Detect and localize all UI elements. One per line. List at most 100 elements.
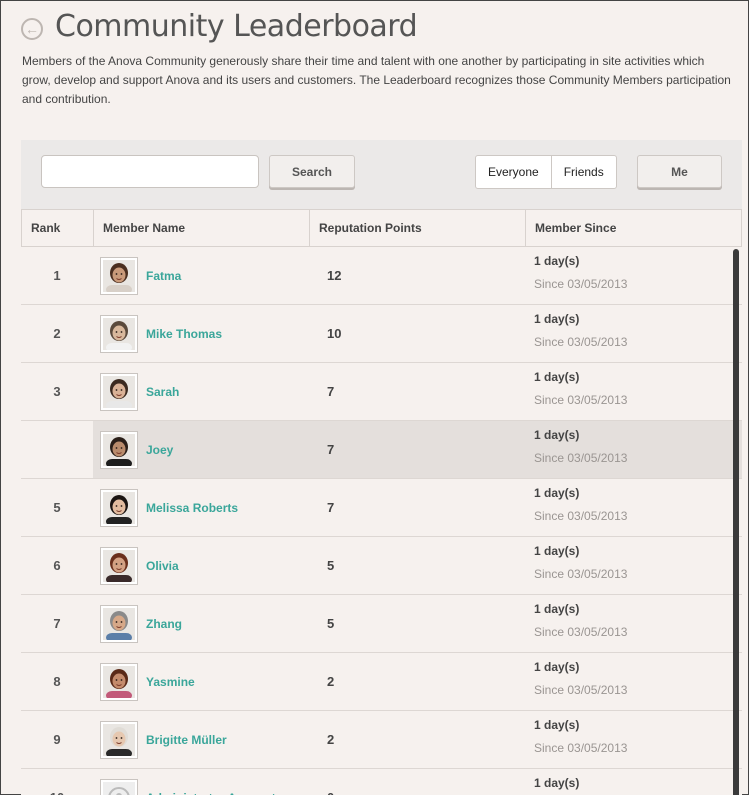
- member-name-link[interactable]: Brigitte Müller: [146, 733, 227, 747]
- table-row[interactable]: 7 Zhang 5 1 day(s) Since 03/05/2013: [21, 595, 742, 653]
- avatar[interactable]: [100, 662, 138, 701]
- member-since-days: 1 day(s): [534, 312, 580, 326]
- page-header: ← Community Leaderboard: [21, 9, 418, 44]
- table-row[interactable]: 6 Olivia 5 1 day(s) Since 03/05/2013: [21, 537, 742, 595]
- member-since-date: Since 03/05/2013: [534, 741, 628, 755]
- leaderboard-panel: Search Everyone Friends Me Rank Member N…: [21, 140, 742, 795]
- rank-cell: 4: [21, 421, 93, 478]
- member-name-link[interactable]: Administrator Account: [146, 791, 276, 795]
- member-name-cell: Yasmine: [93, 653, 309, 710]
- rank-value: 10: [50, 790, 64, 795]
- me-button[interactable]: Me: [637, 155, 722, 188]
- avatar[interactable]: [100, 488, 138, 527]
- table-row[interactable]: 10 Administrator Account 0 1 day(s) Sinc…: [21, 769, 742, 795]
- rank-cell: 3: [21, 363, 93, 420]
- rank-value: 1: [53, 268, 61, 283]
- member-name-link[interactable]: Fatma: [146, 269, 181, 283]
- rank-value: 2: [53, 326, 61, 341]
- rank-value: 8: [53, 674, 61, 689]
- filter-friends-button[interactable]: Friends: [550, 156, 616, 188]
- column-header-member-name[interactable]: Member Name: [94, 210, 310, 246]
- rank-cell: 10: [21, 769, 93, 795]
- rank-cell: 2: [21, 305, 93, 362]
- vertical-scrollbar[interactable]: [733, 249, 739, 795]
- member-since-cell: 1 day(s) Since 03/05/2013: [525, 653, 742, 710]
- member-since-days: 1 day(s): [534, 370, 580, 384]
- member-since-date: Since 03/05/2013: [534, 393, 628, 407]
- table-row[interactable]: 2 Mike Thomas 10 1 day(s) Since 03/05/20…: [21, 305, 742, 363]
- column-header-reputation-points[interactable]: Reputation Points: [310, 210, 526, 246]
- column-header-member-since[interactable]: Member Since: [526, 210, 741, 246]
- search-button[interactable]: Search: [269, 155, 355, 188]
- reputation-points-cell: 5: [327, 558, 335, 573]
- column-header-rank[interactable]: Rank: [22, 210, 94, 246]
- avatar[interactable]: [100, 546, 138, 585]
- member-name-cell: Mike Thomas: [93, 305, 309, 362]
- table-row[interactable]: 8 Yasmine 2 1 day(s) Since 03/05/2013: [21, 653, 742, 711]
- member-name-cell: Brigitte Müller: [93, 711, 309, 768]
- member-name-link[interactable]: Sarah: [146, 385, 179, 399]
- table-row[interactable]: 3 Sarah 7 1 day(s) Since 03/05/2013: [21, 363, 742, 421]
- member-name-cell: Olivia: [93, 537, 309, 594]
- table-body: 1 Fatma 12 1 day(s) Since 03/05/2013 2 M…: [21, 247, 742, 795]
- reputation-points-cell: 7: [309, 421, 525, 478]
- member-since-cell: 1 day(s) Since 03/05/2013: [525, 595, 742, 652]
- table-row[interactable]: 1 Fatma 12 1 day(s) Since 03/05/2013: [21, 247, 742, 305]
- avatar[interactable]: [100, 430, 138, 469]
- search-input[interactable]: [41, 155, 259, 188]
- leaderboard-table: Rank Member Name Reputation Points Membe…: [21, 209, 742, 795]
- member-name-cell: Administrator Account: [93, 769, 309, 795]
- back-arrow-icon[interactable]: ←: [21, 17, 43, 40]
- table-header: Rank Member Name Reputation Points Membe…: [21, 209, 742, 247]
- member-since-days: 1 day(s): [534, 776, 580, 790]
- page-title: Community Leaderboard: [55, 9, 418, 44]
- avatar[interactable]: [100, 256, 138, 295]
- rank-value: 7: [53, 616, 61, 631]
- member-since-days: 1 day(s): [534, 428, 580, 442]
- page-intro: Members of the Anova Community generousl…: [22, 54, 731, 106]
- rank-cell: 7: [21, 595, 93, 652]
- filter-everyone-button[interactable]: Everyone: [476, 156, 551, 188]
- reputation-points-cell: 2: [327, 674, 335, 689]
- member-since-date: Since 03/05/2013: [534, 277, 628, 291]
- member-since-cell: 1 day(s) Since 03/05/2013: [525, 769, 742, 795]
- rank-value: 6: [53, 558, 61, 573]
- member-since-days: 1 day(s): [534, 660, 580, 674]
- member-name-cell: Sarah: [93, 363, 309, 420]
- table-row[interactable]: 4 Joey 7 1 day(s) Since 03/05/2013: [21, 421, 742, 479]
- rank-value: 9: [53, 732, 61, 747]
- member-name-link[interactable]: Yasmine: [146, 675, 195, 689]
- member-since-date: Since 03/05/2013: [534, 625, 628, 639]
- member-name-link[interactable]: Olivia: [146, 559, 179, 573]
- member-since-date: Since 03/05/2013: [534, 509, 628, 523]
- member-since-days: 1 day(s): [534, 544, 580, 558]
- member-name-link[interactable]: Mike Thomas: [146, 327, 222, 341]
- member-name-link[interactable]: Melissa Roberts: [146, 501, 238, 515]
- member-name-cell: Zhang: [93, 595, 309, 652]
- rank-value: 3: [53, 384, 61, 399]
- member-since-date: Since 03/05/2013: [534, 451, 628, 465]
- member-name-cell: Melissa Roberts: [93, 479, 309, 536]
- member-since-cell: 1 day(s) Since 03/05/2013: [525, 421, 742, 478]
- member-name-link[interactable]: Zhang: [146, 617, 182, 631]
- reputation-points-cell: 5: [327, 616, 335, 631]
- member-since-days: 1 day(s): [534, 254, 580, 268]
- reputation-points-cell: 7: [327, 500, 335, 515]
- member-name-link[interactable]: Joey: [146, 443, 173, 457]
- table-row[interactable]: 9 Brigitte Müller 2 1 day(s) Since 03/05…: [21, 711, 742, 769]
- toolbar: Search Everyone Friends Me: [21, 140, 742, 209]
- reputation-points-cell: 2: [327, 732, 335, 747]
- avatar[interactable]: [100, 778, 138, 795]
- avatar[interactable]: [100, 314, 138, 353]
- table-row[interactable]: 5 Melissa Roberts 7 1 day(s) Since 03/05…: [21, 479, 742, 537]
- avatar[interactable]: [100, 720, 138, 759]
- member-since-cell: 1 day(s) Since 03/05/2013: [525, 479, 742, 536]
- reputation-points-cell: 7: [327, 384, 335, 399]
- reputation-points-cell: 0: [309, 769, 525, 795]
- member-since-cell: 1 day(s) Since 03/05/2013: [525, 711, 742, 768]
- avatar[interactable]: [100, 372, 138, 411]
- rank-cell: 8: [21, 653, 93, 710]
- rank-cell: 6: [21, 537, 93, 594]
- filter-toggle: Everyone Friends: [475, 155, 617, 189]
- avatar[interactable]: [100, 604, 138, 643]
